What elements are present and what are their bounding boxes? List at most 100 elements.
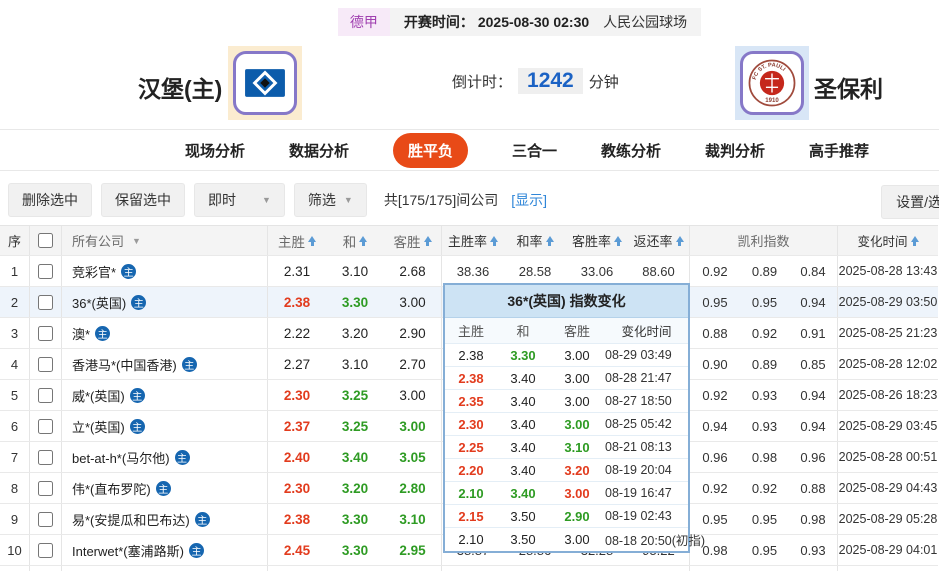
- company-cell[interactable]: 立*(英国) 主: [62, 411, 268, 441]
- header-change-time[interactable]: 变化时间: [838, 226, 938, 255]
- draw-odds-cell[interactable]: 3.20: [326, 473, 384, 503]
- filter-dropdown[interactable]: 筛选 ▼: [293, 183, 367, 217]
- row-checkbox-cell[interactable]: [30, 504, 62, 534]
- header-company[interactable]: 所有公司 ▼: [62, 226, 268, 255]
- company-cell[interactable]: 易*(安提瓜和巴布达) 主: [62, 504, 268, 534]
- draw-odds-cell[interactable]: 3.25: [326, 411, 384, 441]
- header-away-rate[interactable]: 客胜率: [566, 226, 628, 255]
- home-odds-cell[interactable]: 2.45: [268, 535, 326, 565]
- row-checkbox-cell[interactable]: [30, 380, 62, 410]
- home-odds-cell[interactable]: 2.22: [268, 318, 326, 348]
- tab-expert-picks[interactable]: 高手推荐: [809, 140, 869, 161]
- row-checkbox[interactable]: [38, 511, 53, 527]
- sort-up-icon[interactable]: [359, 235, 368, 246]
- draw-odds-cell[interactable]: 3.10: [326, 349, 384, 379]
- company-cell[interactable]: 香港马*(中国香港) 主: [62, 349, 268, 379]
- row-checkbox[interactable]: [38, 418, 53, 434]
- company-cell[interactable]: 竞彩官* 主: [62, 256, 268, 286]
- sort-up-icon[interactable]: [545, 235, 554, 246]
- away-odds-cell[interactable]: 2.68: [384, 256, 442, 286]
- tab-referee-analysis[interactable]: 裁判分析: [705, 140, 765, 161]
- row-checkbox-cell[interactable]: [30, 473, 62, 503]
- header-home-odds[interactable]: 主胜: [268, 226, 326, 255]
- sort-up-icon[interactable]: [614, 235, 622, 246]
- company-cell[interactable]: bet-at-h*(马尔他) 主: [62, 442, 268, 472]
- away-odds-cell[interactable]: 3.10: [384, 504, 442, 534]
- away-odds-cell[interactable]: 2.90: [384, 318, 442, 348]
- draw-odds-cell[interactable]: 3.25: [326, 380, 384, 410]
- select-all-checkbox[interactable]: [38, 233, 53, 248]
- company-cell[interactable]: 澳* 主: [62, 318, 268, 348]
- home-odds-cell[interactable]: 2.40: [268, 442, 326, 472]
- change-time-cell: 2025-08-25 21:23: [838, 326, 938, 340]
- header-select-all[interactable]: [30, 226, 62, 255]
- row-checkbox[interactable]: [38, 263, 53, 279]
- row-checkbox-cell[interactable]: [30, 256, 62, 286]
- home-badge-icon: 主: [155, 480, 171, 496]
- svg-text:1910: 1910: [765, 98, 779, 104]
- tab-three-in-one[interactable]: 三合一: [512, 140, 557, 161]
- show-link[interactable]: [显示]: [511, 190, 547, 210]
- tab-data-analysis[interactable]: 数据分析: [289, 140, 349, 161]
- row-checkbox[interactable]: [38, 480, 53, 496]
- row-checkbox-cell[interactable]: [30, 442, 62, 472]
- away-odds-cell[interactable]: 2.95: [384, 535, 442, 565]
- popup-draw-odds: 3.50: [510, 532, 536, 547]
- draw-odds-cell[interactable]: 3.30: [326, 504, 384, 534]
- sort-up-icon[interactable]: [675, 235, 684, 246]
- header-away-odds[interactable]: 客胜: [384, 226, 442, 255]
- row-checkbox[interactable]: [38, 449, 53, 465]
- draw-odds-cell[interactable]: 3.40: [326, 442, 384, 472]
- draw-odds-cell[interactable]: 3.30: [326, 287, 384, 317]
- instant-dropdown[interactable]: 即时 ▼: [194, 183, 285, 217]
- keep-selected-button[interactable]: 保留选中: [101, 183, 185, 217]
- draw-odds-cell[interactable]: 3.10: [326, 256, 384, 286]
- away-odds-cell[interactable]: 3.00: [384, 411, 442, 441]
- away-odds-cell[interactable]: 3.00: [384, 287, 442, 317]
- row-checkbox[interactable]: [38, 387, 53, 403]
- home-odds-cell[interactable]: 2.30: [268, 380, 326, 410]
- row-checkbox-cell[interactable]: [30, 411, 62, 441]
- draw-odds-cell[interactable]: 3.30: [326, 535, 384, 565]
- row-checkbox-cell[interactable]: [30, 318, 62, 348]
- row-checkbox-cell[interactable]: [30, 287, 62, 317]
- company-cell[interactable]: 伟*(直布罗陀) 主: [62, 473, 268, 503]
- company-cell[interactable]: 威*(英国) 主: [62, 380, 268, 410]
- away-odds-cell[interactable]: 3.05: [384, 442, 442, 472]
- row-checkbox[interactable]: [38, 356, 53, 372]
- popup-home-odds: 2.30: [458, 416, 484, 432]
- row-checkbox[interactable]: [38, 542, 53, 558]
- row-checkbox-cell[interactable]: [30, 349, 62, 379]
- settings-button[interactable]: 设置/选: [881, 185, 939, 219]
- tab-live-analysis[interactable]: 现场分析: [185, 140, 245, 161]
- header-home-rate[interactable]: 主胜率: [442, 226, 504, 255]
- tab-coach-analysis[interactable]: 教练分析: [601, 140, 661, 161]
- popup-history-row: 2.35 3.40 3.00 08-27 18:50: [445, 390, 688, 413]
- home-odds-cell[interactable]: 2.38: [268, 287, 326, 317]
- home-team-logo: [228, 46, 302, 120]
- home-odds-cell[interactable]: 2.31: [268, 256, 326, 286]
- delete-selected-button[interactable]: 删除选中: [8, 183, 92, 217]
- company-cell[interactable]: 36*(英国) 主: [62, 287, 268, 317]
- header-draw-rate[interactable]: 和率: [504, 226, 566, 255]
- row-checkbox-cell[interactable]: [30, 535, 62, 565]
- sort-up-icon[interactable]: [910, 235, 919, 246]
- header-payout-rate[interactable]: 返还率: [628, 226, 690, 255]
- home-odds-cell[interactable]: 2.37: [268, 411, 326, 441]
- row-checkbox[interactable]: [38, 325, 53, 341]
- sort-up-icon[interactable]: [308, 235, 316, 246]
- home-odds-cell[interactable]: 2.27: [268, 349, 326, 379]
- tab-win-draw-lose[interactable]: 胜平负: [392, 132, 468, 168]
- row-checkbox[interactable]: [38, 294, 53, 310]
- away-odds-cell[interactable]: 2.80: [384, 473, 442, 503]
- company-cell[interactable]: Interwet*(塞浦路斯) 主: [62, 535, 268, 565]
- sort-up-icon[interactable]: [490, 235, 498, 246]
- away-odds-cell[interactable]: 3.00: [384, 380, 442, 410]
- sort-up-icon[interactable]: [423, 235, 432, 246]
- header-draw-odds[interactable]: 和: [326, 226, 384, 255]
- home-odds-cell[interactable]: 2.38: [268, 504, 326, 534]
- draw-odds-cell[interactable]: 3.20: [326, 318, 384, 348]
- away-odds-cell[interactable]: 2.70: [384, 349, 442, 379]
- home-odds-cell[interactable]: 2.30: [268, 473, 326, 503]
- kelly-cell: 0.95: [751, 511, 778, 527]
